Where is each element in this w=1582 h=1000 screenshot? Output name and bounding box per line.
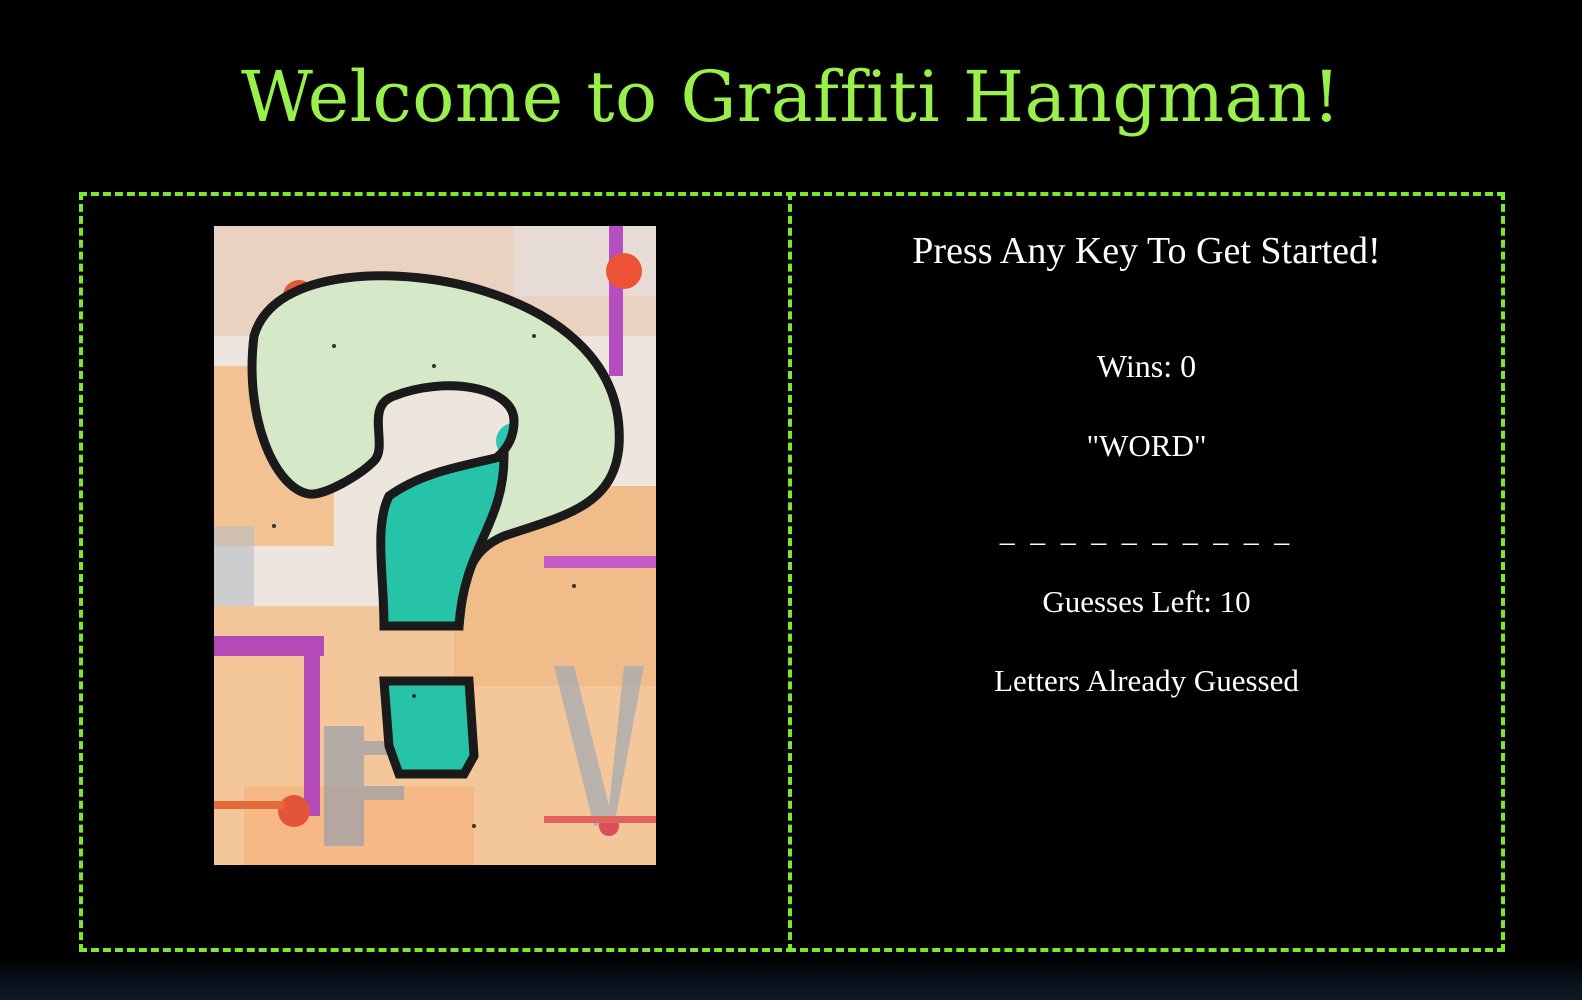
wins-counter: Wins: 0	[1096, 348, 1197, 384]
word-blanks: _ _ _ _ _ _ _ _ _ _	[999, 515, 1294, 548]
image-panel	[79, 192, 794, 952]
guesses-left: Guesses Left: 10	[1042, 584, 1251, 619]
page-title: Welcome to Graffiti Hangman!	[240, 56, 1342, 138]
letters-guessed-label: Letters Already Guessed	[994, 663, 1299, 698]
word-label: "WORD"	[1086, 428, 1207, 463]
question-mark-graffiti-image	[214, 226, 656, 865]
start-prompt: Press Any Key To Get Started!	[912, 230, 1381, 272]
page-bottom-strip	[0, 958, 1582, 1000]
game-panel: Press Any Key To Get Started! Wins: 0 "W…	[788, 192, 1505, 952]
